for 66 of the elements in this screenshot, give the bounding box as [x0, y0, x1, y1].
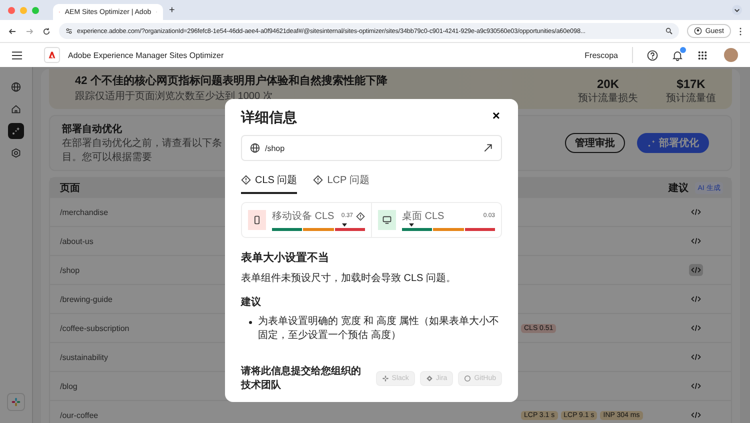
search-icon[interactable]	[665, 27, 674, 35]
bullet-icon	[249, 321, 252, 324]
code-icon[interactable]	[689, 322, 703, 334]
stat-label: 预计流量损失	[578, 92, 638, 105]
tab[interactable]: CLS 问题	[241, 169, 298, 194]
page-path[interactable]: /blog	[60, 382, 78, 390]
warning-icon	[356, 212, 365, 220]
person-icon	[694, 27, 702, 35]
code-icon[interactable]	[689, 235, 703, 247]
help-icon[interactable]	[647, 50, 658, 60]
code-icon[interactable]	[689, 264, 703, 276]
sparkle-icon	[647, 138, 656, 148]
page-path[interactable]: /brewing-guide	[60, 294, 112, 304]
back-icon[interactable]	[8, 26, 17, 36]
site-settings-icon[interactable]	[65, 27, 73, 35]
advice-text: 为表单设置明确的 宽度 和 高度 属性（如果表单大小不固定，至少设置一个预估 高度）	[258, 315, 500, 343]
issue-title: 表单大小设置不当	[241, 250, 330, 265]
deploy-description: 在部署自动优化之前，请查看以下条目。您可以根据需要	[62, 136, 222, 164]
hash-icon	[382, 374, 389, 382]
code-icon[interactable]	[689, 206, 703, 218]
sparkle-icon[interactable]	[8, 123, 24, 139]
warning-icon	[313, 175, 324, 185]
column-header: 页面	[60, 182, 80, 194]
code-icon[interactable]	[689, 380, 703, 392]
warning-icon	[241, 175, 251, 185]
page-path[interactable]: /sustainability	[60, 352, 108, 362]
tab-list-icon[interactable]	[732, 5, 742, 15]
metric-label: 桌面 CLS	[402, 210, 446, 223]
reload-icon[interactable]	[42, 26, 51, 36]
approval-button[interactable]: 管理审批	[565, 133, 625, 153]
page-path[interactable]: /our-coffee	[60, 410, 98, 420]
bell-icon[interactable]	[672, 50, 683, 60]
menu-icon[interactable]	[12, 50, 22, 60]
url-field[interactable]: /shop	[241, 135, 502, 161]
page-path[interactable]: /shop	[60, 266, 80, 274]
stat-label: 预计流量值	[666, 92, 716, 105]
avatar[interactable]	[724, 48, 738, 62]
deploy-title: 部署自动优化	[62, 122, 123, 136]
deploy-button[interactable]: 部署优化	[637, 133, 709, 153]
diamond-icon	[426, 374, 433, 382]
globe-icon	[250, 143, 260, 153]
metric-label: 移动设备 CLS	[272, 210, 336, 223]
summary-title: 42 个不佳的核心网页指标问题表明用户体验和自然搜索性能下降	[75, 74, 388, 88]
more-icon[interactable]	[739, 26, 742, 36]
code-icon[interactable]	[689, 293, 703, 305]
external-link-icon[interactable]	[483, 143, 493, 153]
advice-heading: 建议	[241, 296, 262, 309]
close-button[interactable]: ×	[490, 109, 502, 122]
page-path[interactable]: /coffee-subscription	[60, 324, 130, 332]
dialog-title: 详细信息	[241, 109, 297, 127]
page-path[interactable]: /merchandise	[60, 208, 108, 216]
tab[interactable]: LCP 问题	[313, 169, 370, 194]
new-tab-button[interactable]: +	[169, 4, 175, 16]
stat-value: $17K	[676, 77, 706, 91]
product-name: Adobe Experience Manager Sites Optimizer	[68, 50, 225, 60]
issue-description: 表单组件未预设尺寸，加载时会导致 CLS 问题。	[241, 272, 458, 285]
stat-value: 20K	[596, 77, 619, 91]
adobe-logo-icon	[44, 47, 60, 63]
org-switcher[interactable]: Frescopa	[584, 50, 618, 60]
column-header: 建议	[668, 182, 689, 194]
code-icon[interactable]	[689, 351, 703, 363]
apps-grid-icon[interactable]	[697, 50, 708, 60]
page-path[interactable]: /about-us	[60, 236, 94, 246]
code-icon[interactable]	[689, 409, 703, 421]
share-prompt: 请将此信息提交给您组织的技术团队	[241, 364, 361, 392]
circle-icon	[464, 374, 472, 382]
